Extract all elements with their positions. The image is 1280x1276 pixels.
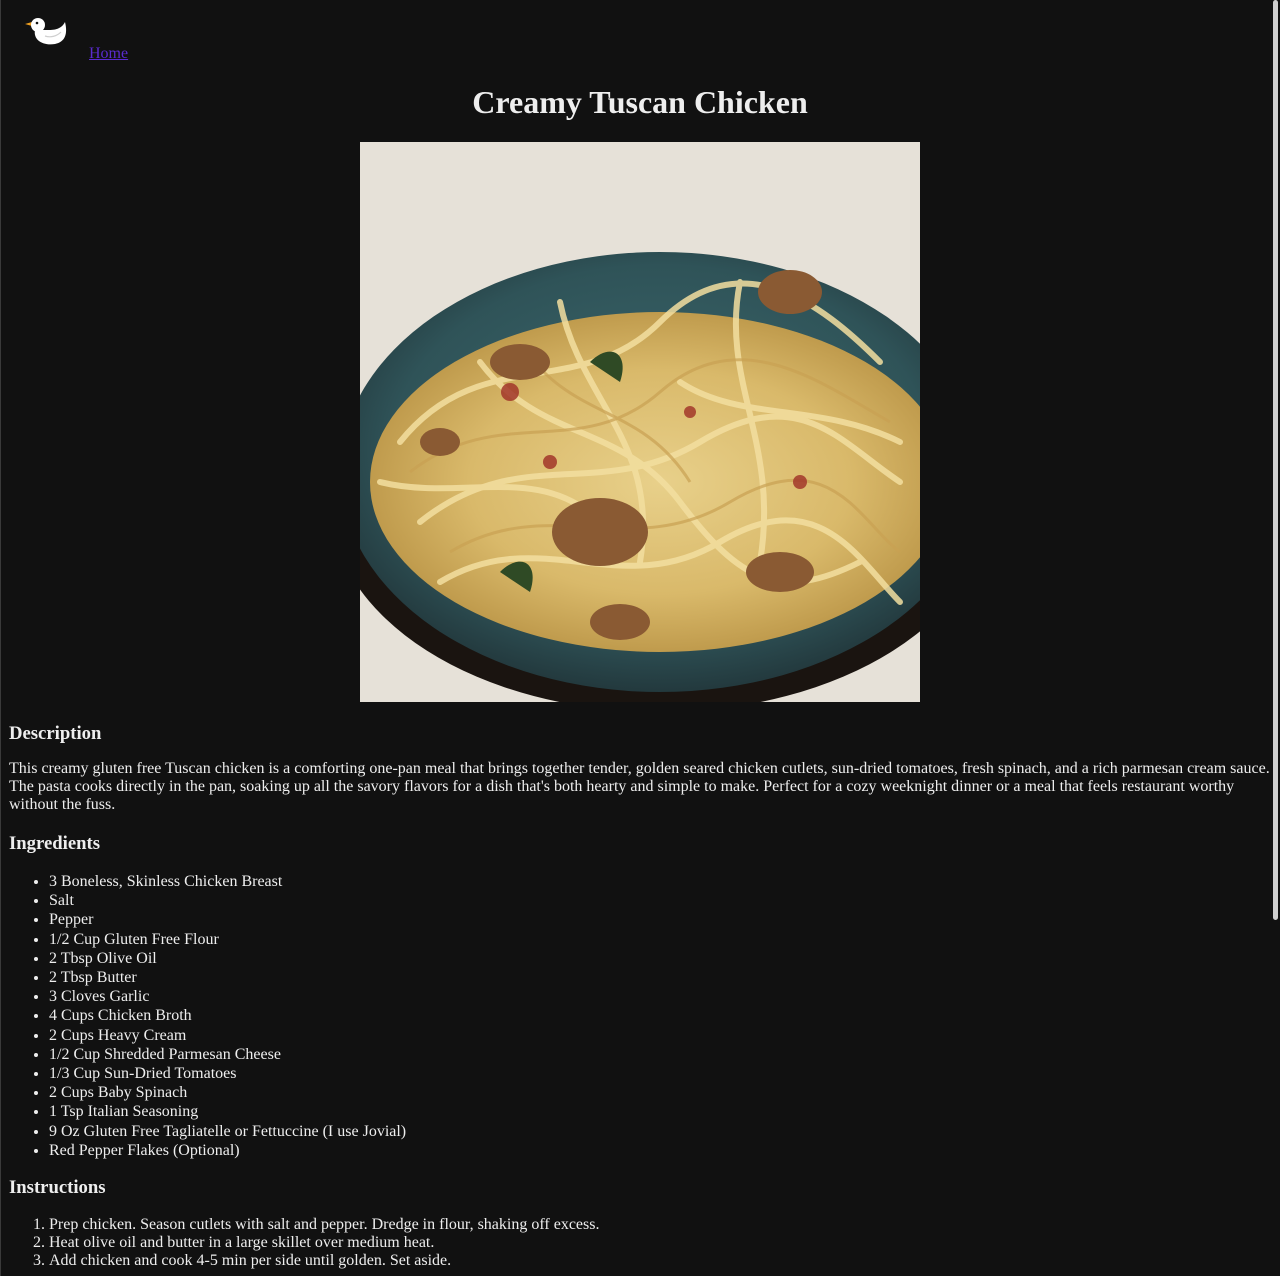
ingredient-item: 3 Boneless, Skinless Chicken Breast — [49, 872, 1273, 891]
instructions-heading: Instructions — [9, 1177, 106, 1199]
pasta-dish-photo — [360, 142, 920, 702]
ingredients-list: 3 Boneless, Skinless Chicken Breast Salt… — [9, 872, 1273, 1160]
ingredient-item: 1 Tsp Italian Seasoning — [49, 1102, 1273, 1121]
ingredient-item: 9 Oz Gluten Free Tagliatelle or Fettucci… — [49, 1122, 1273, 1141]
description-heading: Description — [9, 723, 102, 744]
ingredient-item: Salt — [49, 891, 1273, 910]
home-link[interactable]: Home — [89, 44, 128, 63]
recipe-content: Description This creamy gluten free Tusc… — [9, 722, 1273, 1270]
ingredient-item: 2 Tbsp Olive Oil — [49, 949, 1273, 968]
ingredient-item: 1/2 Cup Shredded Parmesan Cheese — [49, 1045, 1273, 1064]
ingredient-item: 1/2 Cup Gluten Free Flour — [49, 930, 1273, 949]
page-title: Creamy Tuscan Chicken — [472, 84, 808, 120]
ingredient-item: 3 Cloves Garlic — [49, 987, 1273, 1006]
ingredient-item: 1/3 Cup Sun-Dried Tomatoes — [49, 1064, 1273, 1083]
ingredient-item: 4 Cups Chicken Broth — [49, 1006, 1273, 1025]
instruction-step: Prep chicken. Season cutlets with salt a… — [49, 1216, 1273, 1234]
instruction-step: Heat olive oil and butter in a large ski… — [49, 1234, 1273, 1252]
ingredient-item: Pepper — [49, 910, 1273, 929]
ingredient-item: 2 Cups Baby Spinach — [49, 1083, 1273, 1102]
instruction-step: Add chicken and cook 4-5 min per side un… — [49, 1252, 1273, 1270]
ingredient-item: 2 Tbsp Butter — [49, 968, 1273, 987]
duck-logo-icon[interactable] — [23, 14, 69, 48]
ingredient-item: 2 Cups Heavy Cream — [49, 1026, 1273, 1045]
ingredients-heading: Ingredients — [9, 833, 101, 854]
recipe-photo — [360, 142, 920, 702]
description-text: This creamy gluten free Tuscan chicken i… — [9, 760, 1270, 813]
instructions-list: Prep chicken. Season cutlets with salt a… — [9, 1216, 1273, 1270]
scrollbar-thumb[interactable] — [1273, 0, 1278, 920]
ingredient-item: Red Pepper Flakes (Optional) — [49, 1141, 1273, 1160]
